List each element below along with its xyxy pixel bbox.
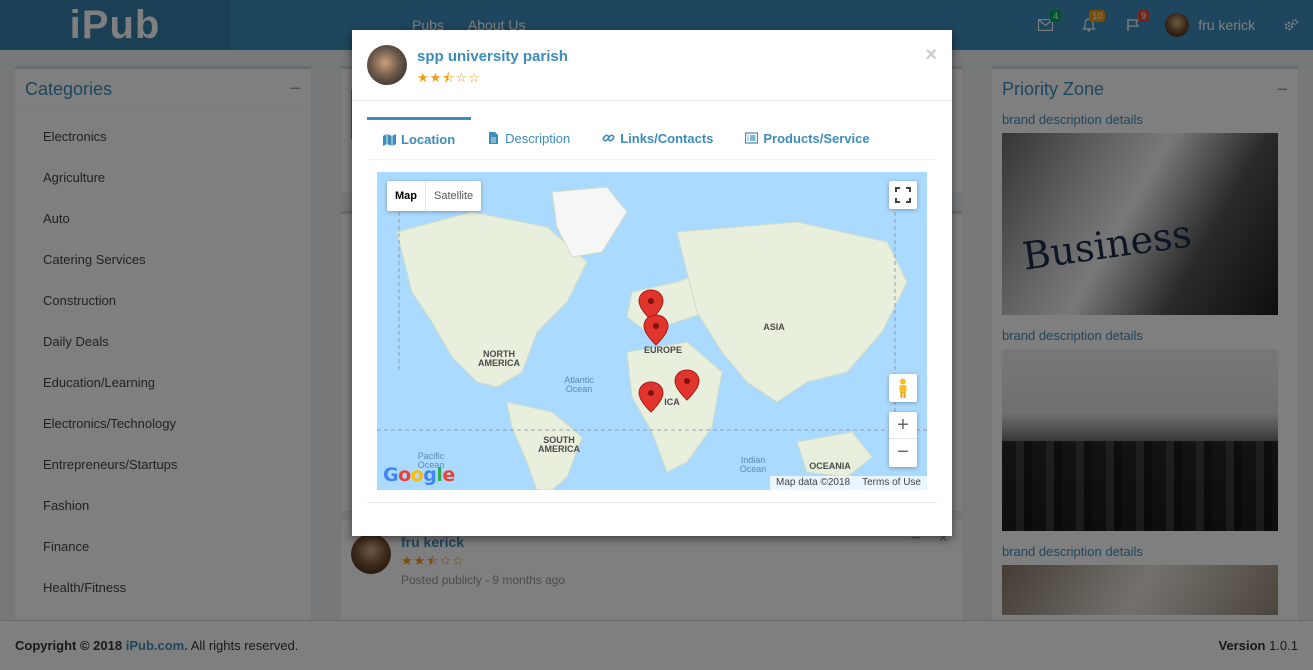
- link-icon: [602, 134, 615, 142]
- terms-link[interactable]: Terms of Use: [856, 476, 927, 490]
- pegman-icon: [899, 378, 907, 398]
- map-data-text: Map data ©2018: [776, 477, 851, 488]
- tab-label: Links/Contacts: [620, 130, 714, 146]
- tab-description[interactable]: Description: [471, 117, 586, 159]
- map-label: OCEANIA: [809, 461, 851, 471]
- zoom-in-button[interactable]: +: [889, 412, 917, 439]
- tab-products-service[interactable]: Products/Service: [729, 117, 885, 159]
- africa-shape: [626, 341, 723, 473]
- tab-label: Products/Service: [763, 130, 870, 146]
- close-button[interactable]: ×: [925, 44, 937, 67]
- map-label: EUROPE: [643, 345, 682, 355]
- business-avatar: [367, 45, 407, 85]
- map-label: ASIA: [763, 322, 785, 332]
- tab-links-contacts[interactable]: Links/Contacts: [586, 117, 729, 159]
- business-modal: spp university parish ★★⯪☆☆ × Location D…: [352, 30, 952, 536]
- business-rating: ★★⯪☆☆: [417, 70, 481, 85]
- map-label: Atlantic Ocean: [564, 375, 594, 394]
- modal-tabs: Location Description Links/Contacts Prod…: [367, 117, 937, 160]
- fullscreen-icon: [895, 187, 911, 203]
- fullscreen-button[interactable]: [889, 181, 917, 209]
- map-label: Indian Ocean: [739, 455, 767, 474]
- map-type-control: Map Satellite: [387, 181, 482, 211]
- modal-separator: [367, 502, 937, 503]
- modal-title: spp university parish: [417, 48, 568, 65]
- street-view-pegman[interactable]: [889, 374, 917, 402]
- google-logo[interactable]: Google: [383, 464, 455, 486]
- map-label: SOUTH AMERICA: [538, 435, 580, 454]
- map-label: NORTH AMERICA: [478, 349, 520, 368]
- map-attribution: Map data ©2018 Terms of Use: [770, 476, 927, 490]
- map-type-map-button[interactable]: Map: [387, 181, 426, 211]
- zoom-out-button[interactable]: −: [889, 439, 917, 466]
- map-type-satellite-button[interactable]: Satellite: [426, 181, 481, 211]
- tab-location[interactable]: Location: [367, 117, 472, 159]
- map-label: ICA: [664, 397, 680, 407]
- zoom-control: + −: [889, 412, 917, 467]
- tab-label: Location: [401, 131, 456, 147]
- tab-label: Description: [505, 130, 571, 146]
- modal-header: spp university parish ★★⯪☆☆ ×: [352, 30, 952, 101]
- list-icon: [745, 132, 759, 144]
- file-icon: [489, 132, 499, 144]
- google-map[interactable]: NORTH AMERICA SOUTH AMERICA EUROPE ASIA …: [377, 172, 927, 490]
- map-icon: [383, 133, 396, 146]
- world-map-graphic: [377, 186, 927, 490]
